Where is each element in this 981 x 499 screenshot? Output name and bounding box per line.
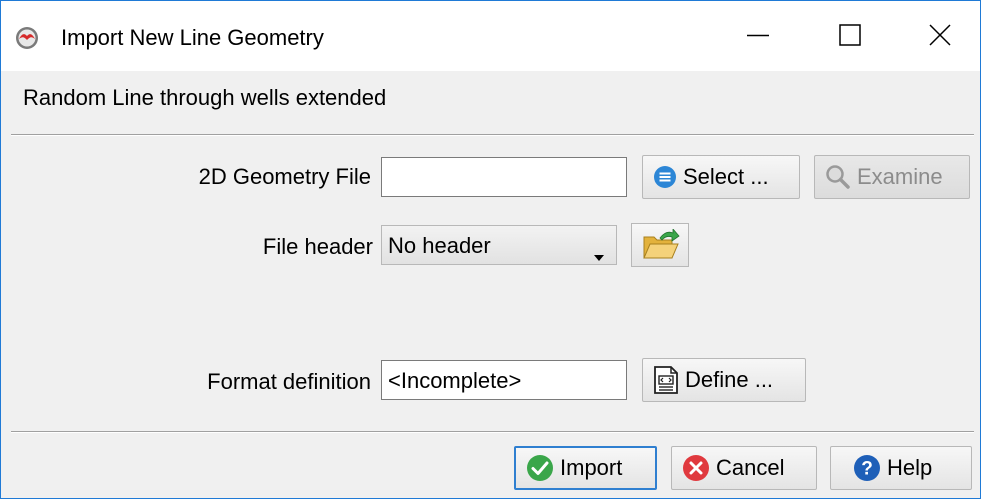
dialog-subtitle: Random Line through wells extended	[23, 85, 387, 110]
title-bar[interactable]: Import New Line Geometry	[1, 1, 980, 71]
format-definition-label: Format definition	[207, 369, 371, 394]
define-button-label: Define ...	[685, 367, 774, 392]
import-line-geometry-dialog: Import New Line Geometry Random Line thr…	[0, 0, 981, 499]
list-icon	[653, 165, 677, 189]
help-button[interactable]: ? Help	[830, 446, 972, 490]
checkmark-icon	[526, 454, 554, 482]
help-icon: ?	[853, 454, 881, 482]
examine-button[interactable]: Examine	[814, 155, 970, 199]
close-icon	[929, 24, 951, 46]
file-header-label: File header	[262, 234, 373, 259]
top-separator	[11, 134, 974, 136]
maximize-button[interactable]	[804, 1, 896, 71]
help-button-label: Help	[887, 455, 933, 480]
import-button[interactable]: Import	[514, 446, 657, 490]
import-button-label: Import	[560, 455, 623, 480]
bottom-separator	[11, 431, 974, 433]
geometry-file-input[interactable]	[381, 157, 627, 197]
format-definition-input[interactable]: <Incomplete>	[381, 360, 627, 400]
define-button[interactable]: Define ...	[642, 358, 806, 402]
select-button[interactable]: Select ...	[642, 155, 800, 199]
examine-button-label: Examine	[857, 164, 943, 189]
window-title: Import New Line Geometry	[61, 25, 324, 50]
dropdown-arrow-icon	[594, 242, 604, 268]
app-logo-icon	[15, 26, 39, 50]
maximize-icon	[839, 24, 861, 46]
minimize-icon	[747, 34, 769, 37]
open-header-button[interactable]	[631, 223, 689, 267]
svg-text:?: ?	[861, 459, 873, 480]
file-header-dropdown[interactable]: No header	[381, 225, 617, 265]
file-header-selected: No header	[388, 233, 491, 258]
open-folder-icon	[642, 227, 680, 266]
minimize-button[interactable]	[712, 1, 804, 71]
magnifier-icon	[825, 164, 851, 190]
select-button-label: Select ...	[683, 164, 769, 189]
geometry-file-label: 2D Geometry File	[198, 164, 371, 189]
close-button[interactable]	[894, 1, 980, 71]
document-edit-icon	[653, 366, 679, 394]
cancel-button[interactable]: Cancel	[671, 446, 817, 490]
cancel-icon	[682, 454, 710, 482]
cancel-button-label: Cancel	[716, 455, 785, 480]
